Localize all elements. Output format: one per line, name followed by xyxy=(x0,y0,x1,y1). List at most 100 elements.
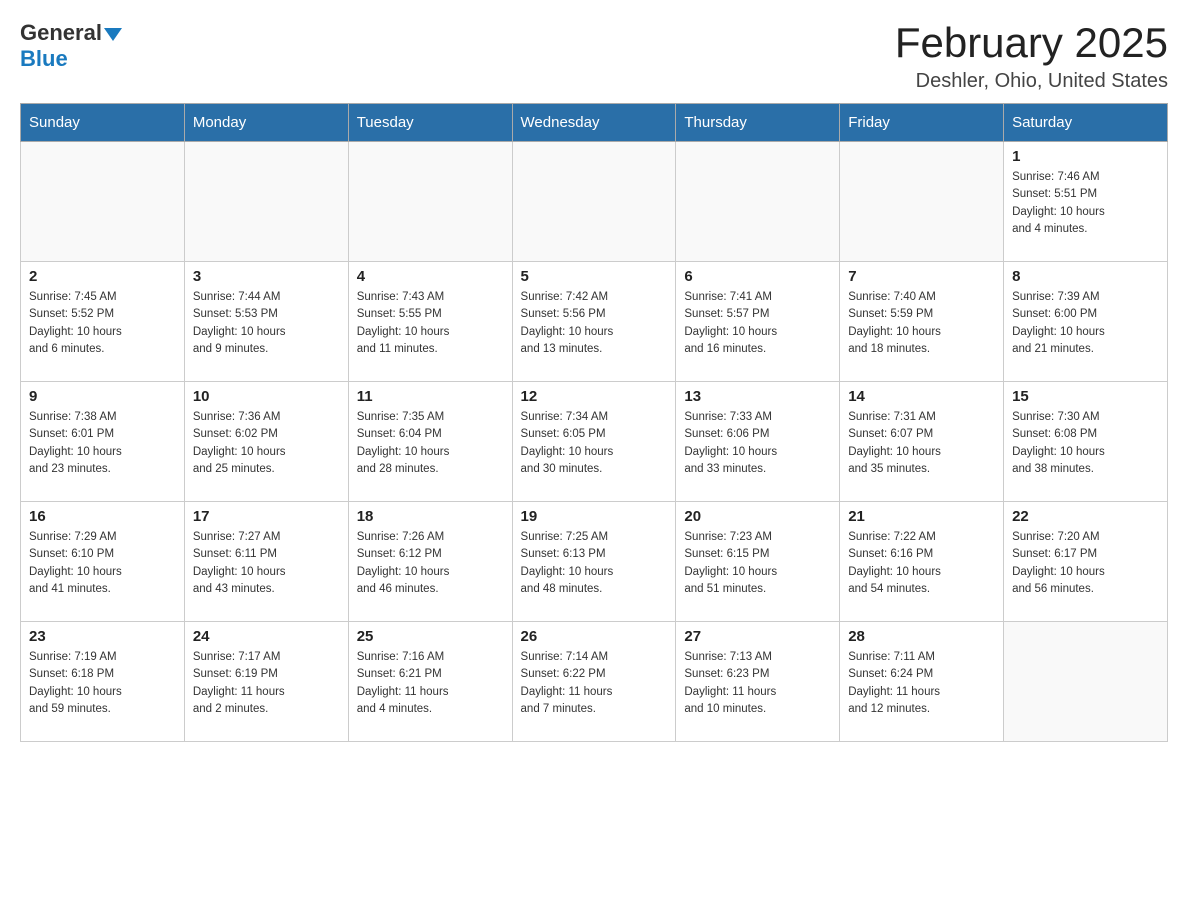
day-info: Sunrise: 7:40 AM Sunset: 5:59 PM Dayligh… xyxy=(848,289,995,358)
day-info: Sunrise: 7:23 AM Sunset: 6:15 PM Dayligh… xyxy=(684,529,831,598)
calendar-cell: 20 Sunrise: 7:23 AM Sunset: 6:15 PM Dayli… xyxy=(676,502,840,622)
calendar-cell: 5 Sunrise: 7:42 AM Sunset: 5:56 PM Daylig… xyxy=(512,262,676,382)
day-info: Sunrise: 7:36 AM Sunset: 6:02 PM Dayligh… xyxy=(193,409,340,478)
calendar-cell: 27 Sunrise: 7:13 AM Sunset: 6:23 PM Dayli… xyxy=(676,622,840,742)
calendar-cell: 28 Sunrise: 7:11 AM Sunset: 6:24 PM Dayli… xyxy=(840,622,1004,742)
calendar-cell: 10 Sunrise: 7:36 AM Sunset: 6:02 PM Dayli… xyxy=(184,382,348,502)
day-info: Sunrise: 7:14 AM Sunset: 6:22 PM Dayligh… xyxy=(521,649,668,718)
calendar-cell: 3 Sunrise: 7:44 AM Sunset: 5:53 PM Daylig… xyxy=(184,262,348,382)
calendar-cell xyxy=(512,142,676,262)
day-info: Sunrise: 7:44 AM Sunset: 5:53 PM Dayligh… xyxy=(193,289,340,358)
calendar-header-friday: Friday xyxy=(840,104,1004,142)
day-number: 6 xyxy=(684,268,831,285)
day-info: Sunrise: 7:16 AM Sunset: 6:21 PM Dayligh… xyxy=(357,649,504,718)
day-number: 24 xyxy=(193,628,340,645)
day-info: Sunrise: 7:22 AM Sunset: 6:16 PM Dayligh… xyxy=(848,529,995,598)
day-number: 5 xyxy=(521,268,668,285)
day-info: Sunrise: 7:41 AM Sunset: 5:57 PM Dayligh… xyxy=(684,289,831,358)
calendar-table: SundayMondayTuesdayWednesdayThursdayFrid… xyxy=(20,103,1168,742)
day-number: 7 xyxy=(848,268,995,285)
day-number: 28 xyxy=(848,628,995,645)
calendar-cell xyxy=(348,142,512,262)
day-info: Sunrise: 7:13 AM Sunset: 6:23 PM Dayligh… xyxy=(684,649,831,718)
day-number: 9 xyxy=(29,388,176,405)
day-number: 14 xyxy=(848,388,995,405)
calendar-cell: 17 Sunrise: 7:27 AM Sunset: 6:11 PM Dayli… xyxy=(184,502,348,622)
calendar-header-wednesday: Wednesday xyxy=(512,104,676,142)
calendar-cell: 4 Sunrise: 7:43 AM Sunset: 5:55 PM Daylig… xyxy=(348,262,512,382)
location-label: Deshler, Ohio, United States xyxy=(895,70,1168,93)
calendar-cell: 9 Sunrise: 7:38 AM Sunset: 6:01 PM Daylig… xyxy=(21,382,185,502)
day-info: Sunrise: 7:46 AM Sunset: 5:51 PM Dayligh… xyxy=(1012,169,1159,238)
calendar-week-row: 16 Sunrise: 7:29 AM Sunset: 6:10 PM Dayli… xyxy=(21,502,1168,622)
day-number: 23 xyxy=(29,628,176,645)
logo-triangle-icon xyxy=(104,28,122,41)
day-number: 26 xyxy=(521,628,668,645)
logo: General Blue xyxy=(20,20,122,72)
calendar-cell: 6 Sunrise: 7:41 AM Sunset: 5:57 PM Daylig… xyxy=(676,262,840,382)
calendar-cell: 26 Sunrise: 7:14 AM Sunset: 6:22 PM Dayli… xyxy=(512,622,676,742)
calendar-cell: 24 Sunrise: 7:17 AM Sunset: 6:19 PM Dayli… xyxy=(184,622,348,742)
calendar-cell: 25 Sunrise: 7:16 AM Sunset: 6:21 PM Dayli… xyxy=(348,622,512,742)
day-info: Sunrise: 7:45 AM Sunset: 5:52 PM Dayligh… xyxy=(29,289,176,358)
day-info: Sunrise: 7:19 AM Sunset: 6:18 PM Dayligh… xyxy=(29,649,176,718)
day-number: 3 xyxy=(193,268,340,285)
calendar-cell: 14Sunrise: 7:31 AM Sunset: 6:07 PM Dayli… xyxy=(840,382,1004,502)
day-info: Sunrise: 7:17 AM Sunset: 6:19 PM Dayligh… xyxy=(193,649,340,718)
day-info: Sunrise: 7:26 AM Sunset: 6:12 PM Dayligh… xyxy=(357,529,504,598)
day-number: 2 xyxy=(29,268,176,285)
calendar-cell: 19Sunrise: 7:25 AM Sunset: 6:13 PM Dayli… xyxy=(512,502,676,622)
day-info: Sunrise: 7:30 AM Sunset: 6:08 PM Dayligh… xyxy=(1012,409,1159,478)
calendar-cell: 12Sunrise: 7:34 AM Sunset: 6:05 PM Dayli… xyxy=(512,382,676,502)
day-info: Sunrise: 7:27 AM Sunset: 6:11 PM Dayligh… xyxy=(193,529,340,598)
calendar-header-row: SundayMondayTuesdayWednesdayThursdayFrid… xyxy=(21,104,1168,142)
logo-general-text: General xyxy=(20,20,102,46)
calendar-header-thursday: Thursday xyxy=(676,104,840,142)
day-number: 21 xyxy=(848,508,995,525)
calendar-cell: 23 Sunrise: 7:19 AM Sunset: 6:18 PM Dayli… xyxy=(21,622,185,742)
day-number: 17 xyxy=(193,508,340,525)
calendar-cell: 8 Sunrise: 7:39 AM Sunset: 6:00 PM Daylig… xyxy=(1004,262,1168,382)
day-info: Sunrise: 7:39 AM Sunset: 6:00 PM Dayligh… xyxy=(1012,289,1159,358)
calendar-cell: 16 Sunrise: 7:29 AM Sunset: 6:10 PM Dayli… xyxy=(21,502,185,622)
day-number: 15 xyxy=(1012,388,1159,405)
day-number: 16 xyxy=(29,508,176,525)
calendar-cell: 2 Sunrise: 7:45 AM Sunset: 5:52 PM Daylig… xyxy=(21,262,185,382)
day-info: Sunrise: 7:29 AM Sunset: 6:10 PM Dayligh… xyxy=(29,529,176,598)
calendar-header-sunday: Sunday xyxy=(21,104,185,142)
calendar-week-row: 2 Sunrise: 7:45 AM Sunset: 5:52 PM Daylig… xyxy=(21,262,1168,382)
day-info: Sunrise: 7:25 AM Sunset: 6:13 PM Dayligh… xyxy=(521,529,668,598)
day-info: Sunrise: 7:35 AM Sunset: 6:04 PM Dayligh… xyxy=(357,409,504,478)
calendar-cell: 1Sunrise: 7:46 AM Sunset: 5:51 PM Daylig… xyxy=(1004,142,1168,262)
calendar-cell xyxy=(184,142,348,262)
day-info: Sunrise: 7:11 AM Sunset: 6:24 PM Dayligh… xyxy=(848,649,995,718)
day-info: Sunrise: 7:43 AM Sunset: 5:55 PM Dayligh… xyxy=(357,289,504,358)
page-header: General Blue February 2025 Deshler, Ohio… xyxy=(20,20,1168,93)
day-number: 8 xyxy=(1012,268,1159,285)
calendar-cell xyxy=(21,142,185,262)
calendar-week-row: 23 Sunrise: 7:19 AM Sunset: 6:18 PM Dayli… xyxy=(21,622,1168,742)
day-number: 12 xyxy=(521,388,668,405)
calendar-week-row: 1Sunrise: 7:46 AM Sunset: 5:51 PM Daylig… xyxy=(21,142,1168,262)
day-number: 4 xyxy=(357,268,504,285)
calendar-week-row: 9 Sunrise: 7:38 AM Sunset: 6:01 PM Daylig… xyxy=(21,382,1168,502)
calendar-header-saturday: Saturday xyxy=(1004,104,1168,142)
day-number: 13 xyxy=(684,388,831,405)
day-number: 25 xyxy=(357,628,504,645)
day-number: 27 xyxy=(684,628,831,645)
day-number: 20 xyxy=(684,508,831,525)
logo-blue-text: Blue xyxy=(20,46,68,72)
calendar-cell: 18 Sunrise: 7:26 AM Sunset: 6:12 PM Dayli… xyxy=(348,502,512,622)
day-info: Sunrise: 7:42 AM Sunset: 5:56 PM Dayligh… xyxy=(521,289,668,358)
day-info: Sunrise: 7:38 AM Sunset: 6:01 PM Dayligh… xyxy=(29,409,176,478)
calendar-cell: 7 Sunrise: 7:40 AM Sunset: 5:59 PM Daylig… xyxy=(840,262,1004,382)
day-number: 18 xyxy=(357,508,504,525)
title-section: February 2025 Deshler, Ohio, United Stat… xyxy=(895,20,1168,93)
day-number: 11 xyxy=(357,388,504,405)
calendar-cell: 13 Sunrise: 7:33 AM Sunset: 6:06 PM Dayli… xyxy=(676,382,840,502)
day-info: Sunrise: 7:33 AM Sunset: 6:06 PM Dayligh… xyxy=(684,409,831,478)
calendar-header-monday: Monday xyxy=(184,104,348,142)
calendar-cell: 15 Sunrise: 7:30 AM Sunset: 6:08 PM Dayli… xyxy=(1004,382,1168,502)
calendar-cell xyxy=(1004,622,1168,742)
day-number: 10 xyxy=(193,388,340,405)
